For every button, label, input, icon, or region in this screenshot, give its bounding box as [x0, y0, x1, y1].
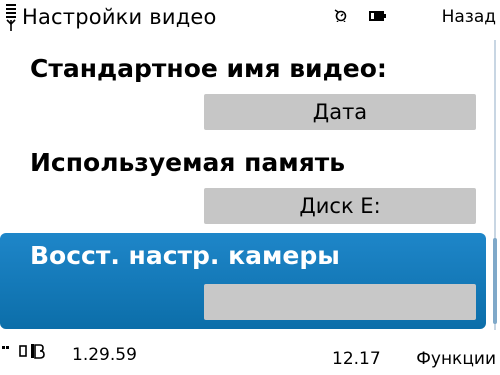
setting-restore-camera-settings[interactable]: Восст. настр. камеры — [0, 233, 486, 329]
setting-label: Стандартное имя видео: — [30, 54, 387, 83]
battery-icon — [369, 11, 386, 21]
functions-softkey[interactable]: Функции — [416, 348, 496, 370]
signal-icon — [6, 4, 16, 31]
scrollbar-thumb[interactable] — [493, 238, 497, 324]
elapsed-time: 1.29.59 — [72, 345, 137, 365]
setting-label: Используемая память — [30, 148, 346, 177]
back-softkey[interactable]: Назад — [442, 6, 496, 28]
memory-card-icon — [19, 344, 45, 359]
setting-default-video-name[interactable]: Стандартное имя видео: Дата — [0, 46, 488, 138]
setting-memory-in-use[interactable]: Используемая память Диск E: — [0, 140, 488, 232]
remaining-time: 12.17 — [332, 349, 381, 369]
status-bar: Настройки видео Назад — [0, 0, 500, 36]
indicator-dot-icon — [2, 346, 9, 349]
alarm-icon — [334, 9, 347, 22]
page-title: Настройки видео — [22, 5, 217, 29]
setting-value[interactable]: Дата — [204, 94, 476, 130]
setting-value[interactable] — [204, 284, 476, 320]
setting-value[interactable]: Диск E: — [204, 188, 476, 224]
bottom-bar: 1.29.59 12.17 Функции — [0, 336, 500, 375]
scrollbar[interactable] — [490, 40, 500, 330]
setting-label: Восст. настр. камеры — [30, 241, 340, 270]
